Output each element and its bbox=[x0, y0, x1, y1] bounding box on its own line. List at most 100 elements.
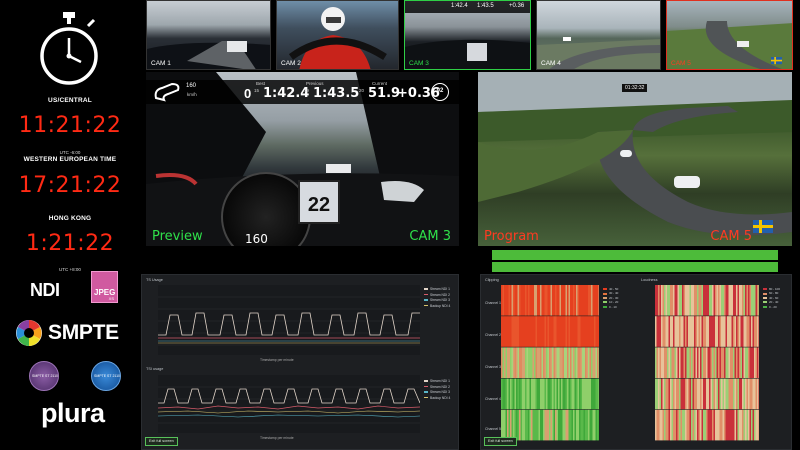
heatmap-cell bbox=[555, 347, 557, 378]
heatmap-cell bbox=[755, 347, 758, 378]
heatmap-cell bbox=[748, 316, 750, 347]
heatmap-cell bbox=[674, 316, 677, 347]
exit-fullscreen-button-ts[interactable]: Exit full screen bbox=[145, 437, 178, 446]
heatmap-cell bbox=[541, 378, 544, 410]
heatmap-cell bbox=[676, 378, 678, 410]
preview-monitor[interactable]: 160 km/h 0 Best 15 1:42.4 Previous 19 1:… bbox=[146, 72, 459, 246]
heatmap-cell bbox=[664, 316, 666, 347]
heatmap-cell bbox=[549, 409, 551, 441]
heatmap-cell bbox=[541, 347, 544, 378]
heatmap-cell bbox=[531, 285, 533, 316]
heatmap-cell bbox=[685, 316, 687, 347]
heatmap-cell bbox=[713, 285, 716, 316]
heatmap-cell bbox=[519, 316, 521, 347]
hud-prev-idx: 19 bbox=[304, 88, 310, 93]
camera-thumbnail-1[interactable]: CAM 1 bbox=[146, 0, 271, 70]
heatmap-cell bbox=[558, 316, 560, 347]
legend-item: 0 - 20 bbox=[763, 305, 780, 309]
exit-fullscreen-button-heat[interactable]: Exit full screen bbox=[484, 437, 517, 446]
heatmap-cell bbox=[507, 378, 509, 410]
camera-thumbnail-2[interactable]: CAM 2 bbox=[276, 0, 399, 70]
heatmap-cell bbox=[565, 378, 568, 410]
heatmap-cell bbox=[722, 285, 725, 316]
heatmap-cell bbox=[671, 378, 674, 410]
heatmap-cell bbox=[508, 347, 511, 378]
heatmap-cell bbox=[520, 378, 523, 410]
heatmap-cell bbox=[580, 285, 583, 316]
heatmap-cell bbox=[544, 409, 547, 441]
heatmap-cell bbox=[540, 378, 542, 410]
heatmap-cell bbox=[674, 285, 677, 316]
heatmap-cell bbox=[598, 316, 599, 347]
heatmap-cell bbox=[586, 285, 589, 316]
heatmap-cell bbox=[692, 316, 695, 347]
heatmap-cell bbox=[546, 409, 548, 441]
heatmap-cell bbox=[689, 378, 692, 410]
heatmap-cell bbox=[526, 316, 529, 347]
heatmap-cell bbox=[688, 347, 690, 378]
heatmap-cell bbox=[662, 285, 665, 316]
heatmap-cell bbox=[754, 378, 756, 410]
heatmap-cell bbox=[731, 347, 734, 378]
heatmap-cell bbox=[556, 316, 559, 347]
heatmap-cell bbox=[751, 378, 753, 410]
heatmap-cell bbox=[679, 316, 681, 347]
heatmap-cell bbox=[540, 347, 542, 378]
program-monitor[interactable]: 01:32:32 Program CAM 5 bbox=[478, 72, 792, 246]
heatmap-cell bbox=[597, 316, 599, 347]
heatmap-cell bbox=[716, 285, 719, 316]
heatmap-cell bbox=[513, 409, 515, 441]
heatmap-cell bbox=[550, 378, 553, 410]
heat-title-left: Clipping bbox=[485, 278, 499, 282]
heatmap-cell bbox=[555, 378, 557, 410]
dash-display: 22 bbox=[298, 180, 340, 224]
heatmap-cell bbox=[526, 347, 529, 378]
heatmap-cell bbox=[748, 347, 750, 378]
sweden-flag-icon bbox=[753, 220, 773, 233]
heatmap-cell bbox=[519, 347, 521, 378]
legend-item[interactable]: Backup NDI 4 bbox=[424, 396, 450, 402]
ts-usage-panel[interactable]: TS Usage Timestamp per minute Stream NDI… bbox=[141, 274, 459, 450]
heatmap-cell bbox=[537, 285, 539, 316]
heatmap-cell bbox=[540, 285, 542, 316]
heatmap-cell bbox=[682, 409, 684, 441]
heatmap-cell bbox=[695, 316, 698, 347]
heatmap-cell bbox=[570, 316, 572, 347]
heatmap-cell bbox=[706, 316, 708, 347]
heatmap-cell bbox=[743, 378, 746, 410]
heatmap-cell bbox=[508, 316, 511, 347]
heatmap-cell bbox=[523, 409, 526, 441]
heatmap-cell bbox=[665, 347, 668, 378]
heat-row-label-1: Channel 1 bbox=[485, 301, 501, 305]
heatmap-cell bbox=[591, 285, 593, 316]
heatmap-cell bbox=[719, 409, 722, 441]
camera-thumbnail-3[interactable]: 1:42.4 1:43.5 +0.36 CAM 3 bbox=[404, 0, 531, 70]
audio-heatmap-panel[interactable]: Clipping Loudness Channel 1 Channel 2 Ch… bbox=[480, 274, 792, 450]
heatmap-cell bbox=[570, 347, 572, 378]
legend-item[interactable]: Backup NDI 4 bbox=[424, 304, 450, 310]
heatmap-cell bbox=[682, 316, 684, 347]
heatmap-cell bbox=[682, 285, 684, 316]
heatmap-cell bbox=[740, 409, 743, 441]
camera-thumbnail-5[interactable]: CAM 5 bbox=[666, 0, 793, 70]
heatmap-cell bbox=[655, 316, 657, 347]
heatmap-cell bbox=[671, 409, 674, 441]
heatmap-cell bbox=[547, 316, 550, 347]
heatmap-cell bbox=[582, 378, 584, 410]
heatmap-cell bbox=[589, 378, 592, 410]
heatmap-cell bbox=[559, 316, 562, 347]
heatmap-cell bbox=[588, 409, 590, 441]
camera-thumbnail-4[interactable]: CAM 4 bbox=[536, 0, 661, 70]
heatmap-cell bbox=[686, 285, 689, 316]
heatmap-cell bbox=[688, 378, 690, 410]
heatmap-cell bbox=[501, 316, 503, 347]
heatmap-cell bbox=[553, 285, 556, 316]
heatmap-cell bbox=[534, 378, 536, 410]
heatmap-cell bbox=[673, 378, 675, 410]
heatmap-cell bbox=[710, 378, 713, 410]
heatmap-cell bbox=[742, 378, 744, 410]
heatmap-cell bbox=[502, 285, 505, 316]
heatmap-cell bbox=[737, 347, 740, 378]
heatmap-cell bbox=[686, 347, 689, 378]
heatmap-cell bbox=[550, 347, 553, 378]
